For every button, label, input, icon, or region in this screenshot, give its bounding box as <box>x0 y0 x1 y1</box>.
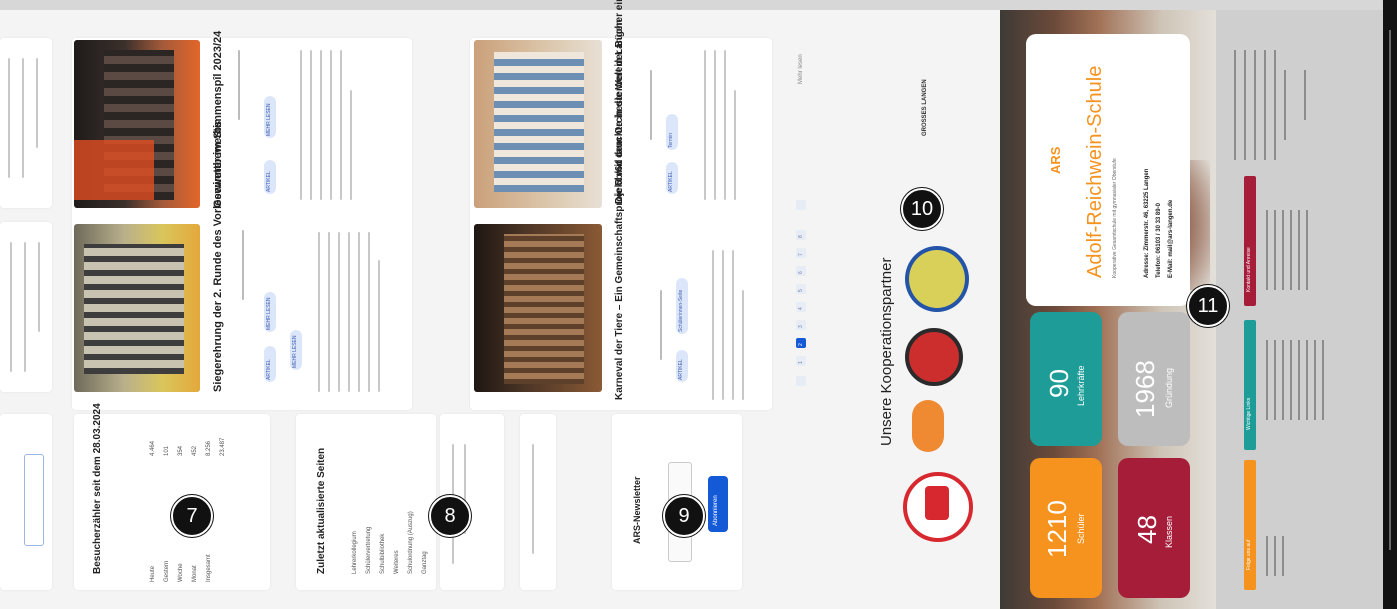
pagination-page[interactable]: 6 <box>796 266 806 276</box>
footer-pill-contact: Kontakt und Anreise <box>1244 176 1256 306</box>
article-title[interactable]: Karneval der Tiere – Ein Gemeinschaftspr… <box>614 19 625 400</box>
category-tag[interactable]: ARTIKEL <box>666 162 678 194</box>
footer-pill-follow: Folge uns auf <box>1244 460 1256 590</box>
partners-title: Unsere Kooperationspartner <box>878 257 895 446</box>
visitor-stat-label: Monat <box>192 565 198 582</box>
school-phone[interactable]: Telefon: 06103 / 30 33 89-0 <box>1156 203 1162 278</box>
news-card-partial-top[interactable] <box>0 38 52 208</box>
category-tag[interactable]: MEHR LESEN <box>264 292 276 332</box>
category-tag[interactable]: Schülerinnen-Seite <box>676 278 688 334</box>
partner-logo-grosses-langen[interactable]: GROSSES LANGEN <box>920 79 952 136</box>
category-tag[interactable]: MEHR LESEN <box>264 96 276 138</box>
school-info-card: ARS Adolf-Reichwein-Schule Kooperative G… <box>1026 34 1190 306</box>
widget-title: Zuletzt aktualisierte Seiten <box>316 447 327 574</box>
stat-students: 1210 Schüler <box>1030 458 1102 598</box>
main-page: Gewinner im Stimmenspîl 2023/24 ARTIKEL … <box>0 0 1000 609</box>
pagination-page-number: 6 <box>798 271 804 274</box>
visitor-counter-widget: Besucherzähler seit dem 28.03.2024 Heute… <box>74 403 270 590</box>
marker-7: 7 <box>171 495 213 537</box>
visitor-stat-value: 4.464 <box>150 440 156 456</box>
visitor-stat-value: 452 <box>192 445 198 456</box>
marker-10: 10 <box>901 188 943 230</box>
visitor-stat-value: 8.256 <box>206 440 212 456</box>
pagination-page[interactable]: 4 <box>796 302 806 312</box>
category-tag[interactable]: ARTIKEL <box>676 350 688 382</box>
visitor-stat-label: Heute <box>150 565 156 582</box>
pagination-prev[interactable] <box>796 376 806 386</box>
school-email[interactable]: E-Mail: mail@ars-langen.de <box>1168 200 1174 278</box>
visitor-stat-value: 101 <box>164 445 170 456</box>
news-photo-concert[interactable] <box>474 224 602 392</box>
news-card-partial-bottom[interactable] <box>0 414 52 590</box>
visitor-stat-value: 354 <box>178 445 184 456</box>
footer-info-panel <box>1216 10 1383 609</box>
more-link[interactable]: Mehr lesen <box>798 54 804 84</box>
pagination-page-number: 4 <box>798 307 804 310</box>
partner-logo-vfl[interactable] <box>903 472 973 542</box>
updated-page-link[interactable]: Schulordnung (Auszug) <box>408 511 414 574</box>
marker-11: 11 <box>1187 285 1229 327</box>
pagination-page-number: 8 <box>798 235 804 238</box>
newsletter-subscribe-button[interactable]: Abonnieren <box>708 476 728 532</box>
updated-page-link[interactable]: Lehrerkollegium <box>352 531 358 574</box>
stat-classes: 48 Klassen <box>1118 458 1190 598</box>
marker-8: 8 <box>429 495 471 537</box>
marker-9: 9 <box>663 495 705 537</box>
category-tag[interactable]: Termin <box>666 114 678 150</box>
widget-title: ARS-Newsletter <box>632 476 642 544</box>
pagination-page-number: 2 <box>798 343 804 346</box>
news-photo-library[interactable] <box>474 40 602 208</box>
stat-teachers: 90 Lehrkräfte <box>1030 312 1102 446</box>
news-photo-choir[interactable] <box>74 40 200 208</box>
pagination-page[interactable]: 1 <box>796 356 806 366</box>
pagination-page-number: 3 <box>798 325 804 328</box>
stat-founded: 1968 Gründung <box>1118 312 1190 446</box>
news-photo-awards[interactable] <box>74 224 200 392</box>
visitor-stat-label: Gestern <box>164 560 170 582</box>
category-tag[interactable]: MEHR LESEN <box>290 330 302 370</box>
school-address: Adresse: Zimmerstr. 46, 63225 Langen <box>1144 168 1150 278</box>
visitor-stat-label: Woche <box>178 563 184 582</box>
pagination-page[interactable]: 3 <box>796 320 806 330</box>
visitor-stat-label: Insgesamt <box>206 554 212 582</box>
pagination-page[interactable]: 7 <box>796 248 806 258</box>
recently-updated-widget: Zuletzt aktualisierte Seiten Lehrerkolle… <box>296 414 436 590</box>
pagination-next[interactable] <box>796 200 806 210</box>
footer-copyright-bar <box>1383 0 1397 609</box>
footer-pill-links: Wichtige Links <box>1244 320 1256 450</box>
updated-page-link[interactable]: Schulbibliothek <box>380 534 386 574</box>
visitor-stat-value: 23.487 <box>220 437 226 456</box>
updated-page-link[interactable]: Ganztag <box>422 551 428 574</box>
pagination-page-number: 1 <box>798 361 804 364</box>
pagination-page[interactable]: 8 <box>796 230 806 240</box>
partner-logo-basketball[interactable] <box>912 400 944 452</box>
partner-logo-wappen[interactable] <box>905 246 969 312</box>
school-logo: ARS <box>1048 146 1063 174</box>
pagination-page[interactable]: 2 <box>796 338 806 348</box>
updated-page-link[interactable]: Schülervertretung <box>366 527 372 574</box>
event-badge <box>24 454 44 546</box>
pagination-page-number: 5 <box>798 289 804 292</box>
updated-page-link[interactable]: Weiteres <box>394 550 400 574</box>
article-title[interactable]: Siegerehrung der 2. Runde des Vorlesewet… <box>212 121 224 392</box>
pagination-page[interactable]: 5 <box>796 284 806 294</box>
news-card-partial-middle[interactable] <box>0 222 52 392</box>
recently-updated-widget-more <box>520 414 556 590</box>
school-name: Adolf-Reichwein-Schule <box>1084 65 1106 278</box>
pagination-page-number: 7 <box>798 253 804 256</box>
category-tag[interactable]: ARTIKEL <box>264 160 276 194</box>
partner-logo-verein[interactable] <box>905 328 963 386</box>
category-tag[interactable]: ARTIKEL <box>264 346 276 382</box>
school-subtitle: Kooperative Gesamtschule mit gymnasialer… <box>1112 158 1118 278</box>
widget-title: Besucherzähler seit dem 28.03.2024 <box>92 403 103 574</box>
